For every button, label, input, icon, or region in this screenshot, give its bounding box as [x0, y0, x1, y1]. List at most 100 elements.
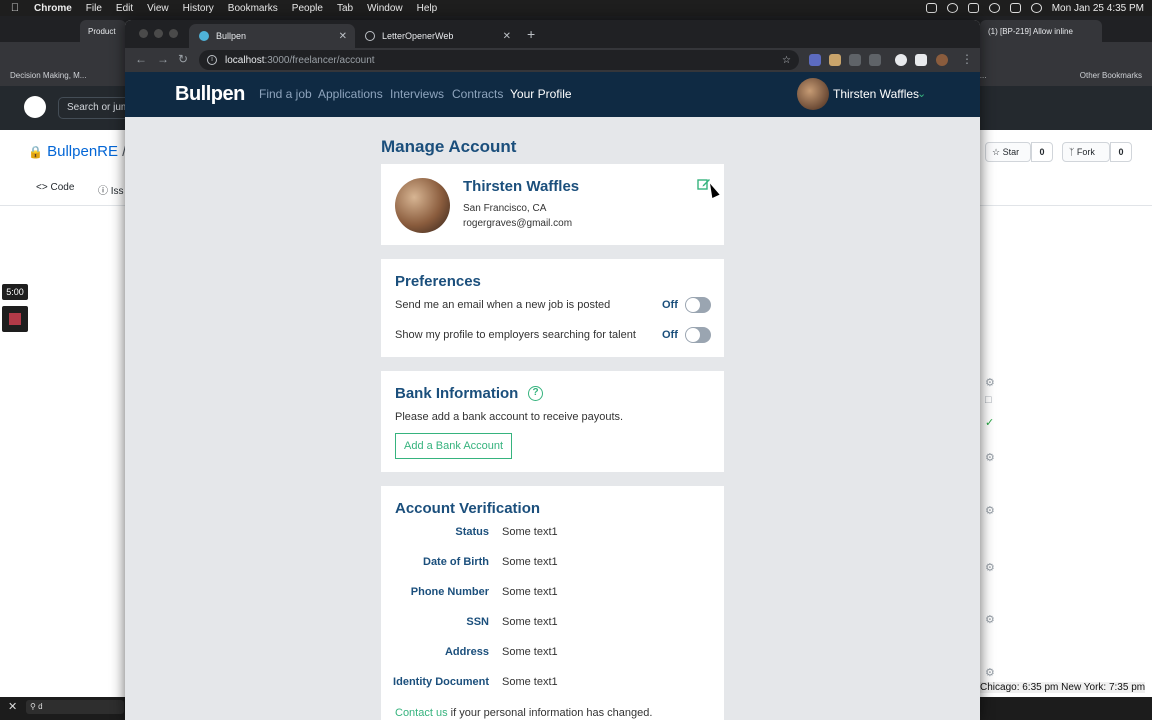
- status-icon[interactable]: [946, 3, 958, 13]
- contact-note-text: if your personal information has changed…: [447, 707, 653, 719]
- reload-icon[interactable]: ↻: [178, 52, 188, 66]
- status-icon[interactable]: [967, 3, 979, 13]
- menu-help[interactable]: Help: [417, 3, 438, 14]
- chevron-down-icon[interactable]: ⌄: [917, 87, 926, 100]
- contact-us-link[interactable]: Contact us: [395, 707, 448, 719]
- extension-icon[interactable]: [869, 54, 881, 66]
- menubar-clock[interactable]: Mon Jan 25 4:35 PM: [1052, 3, 1144, 14]
- background-tab[interactable]: Product: [80, 20, 126, 42]
- menu-tab[interactable]: Tab: [337, 3, 353, 14]
- gear-icon[interactable]: ⚙: [985, 666, 995, 679]
- verification-label: Phone Number: [410, 586, 489, 598]
- pref-email-label: Send me an email when a new job is poste…: [395, 299, 611, 311]
- fork-button[interactable]: ᛉ Fork: [1062, 142, 1110, 162]
- menu-view[interactable]: View: [147, 3, 169, 14]
- menu-bookmarks[interactable]: Bookmarks: [228, 3, 278, 14]
- bookmark-folder[interactable]: Other Bookmarks: [1080, 71, 1142, 80]
- gear-icon[interactable]: ⚙: [985, 504, 995, 517]
- pref-visibility-state: Off: [662, 329, 678, 341]
- fork-count[interactable]: 0: [1110, 142, 1132, 162]
- tab-label: LetterOpenerWeb: [382, 31, 454, 41]
- extension-icon[interactable]: [829, 54, 841, 66]
- status-icon[interactable]: [925, 3, 937, 13]
- star-count[interactable]: 0: [1031, 142, 1053, 162]
- pref-email-state: Off: [662, 299, 678, 311]
- pref-visibility-toggle[interactable]: [685, 327, 711, 343]
- repo-owner[interactable]: BullpenRE: [47, 143, 118, 160]
- preferences-title: Preferences: [395, 273, 481, 290]
- gear-icon[interactable]: ⚙: [985, 451, 995, 464]
- menu-window[interactable]: Window: [367, 3, 403, 14]
- close-tab-icon[interactable]: ✕: [503, 31, 511, 42]
- github-logo-icon[interactable]: [24, 96, 46, 118]
- tab-letteropenerweb[interactable]: LetterOpenerWeb ✕: [355, 24, 519, 48]
- new-tab-button[interactable]: +: [527, 26, 535, 42]
- tab-strip: Bullpen ✕ LetterOpenerWeb ✕ +: [125, 20, 980, 48]
- window-zoom-button[interactable]: [169, 29, 178, 38]
- add-bank-account-button[interactable]: Add a Bank Account: [395, 433, 513, 459]
- address-bar[interactable]: i localhost:3000/freelancer/account ☆: [199, 50, 799, 70]
- verification-value: Some text1: [502, 676, 558, 688]
- status-icon[interactable]: [988, 3, 1000, 13]
- menu-history[interactable]: History: [183, 3, 214, 14]
- gear-icon[interactable]: ⚙: [985, 613, 995, 626]
- pref-visibility-label: Show my profile to employers searching f…: [395, 329, 636, 341]
- bottom-search-input[interactable]: ⚲ d: [26, 700, 124, 714]
- profile-name: Thirsten Waffles: [463, 178, 580, 195]
- site-info-icon[interactable]: i: [207, 55, 217, 65]
- close-icon[interactable]: ✕: [8, 700, 17, 713]
- extension-icon[interactable]: [895, 54, 907, 66]
- bank-card: Bank Information ? Please add a bank acc…: [381, 371, 724, 472]
- tab-bullpen[interactable]: Bullpen ✕: [189, 24, 355, 48]
- bookmark-star-icon[interactable]: ☆: [782, 55, 791, 66]
- url-path: :3000/freelancer/account: [264, 54, 375, 66]
- repo-tab-issues[interactable]: ⓘ Iss: [98, 182, 124, 197]
- apple-icon[interactable]: : [8, 2, 22, 14]
- bookmark-item[interactable]: Decision Making, M...: [10, 71, 86, 80]
- close-tab-icon[interactable]: ✕: [339, 31, 347, 42]
- background-tab[interactable]: (1) [BP-219] Allow inline: [980, 20, 1102, 42]
- puzzle-icon[interactable]: [915, 54, 927, 66]
- verification-label: Status: [455, 526, 489, 538]
- contact-note: Contact us if your personal information …: [395, 707, 652, 719]
- preferences-card: Preferences Send me an email when a new …: [381, 259, 724, 357]
- macos-menubar:  Chrome File Edit View History Bookmark…: [0, 0, 1152, 16]
- user-avatar[interactable]: [797, 78, 829, 110]
- stop-recording-icon[interactable]: [2, 306, 28, 332]
- kebab-menu-icon[interactable]: ⋮: [961, 52, 973, 66]
- verification-label: Date of Birth: [423, 556, 489, 568]
- forward-icon[interactable]: →: [157, 52, 169, 66]
- spotlight-icon[interactable]: [1030, 3, 1042, 13]
- verification-value: Some text1: [502, 616, 558, 628]
- verification-value: Some text1: [502, 646, 558, 658]
- help-icon[interactable]: ?: [528, 386, 543, 401]
- nav-applications[interactable]: Applications: [318, 87, 383, 101]
- wifi-icon[interactable]: [1009, 3, 1021, 13]
- extension-icon[interactable]: [809, 54, 821, 66]
- back-icon[interactable]: ←: [135, 52, 147, 66]
- world-clocks: Chicago: 6:35 pm New York: 7:35 pm: [980, 682, 1146, 693]
- comment-icon[interactable]: □: [985, 394, 992, 406]
- nav-contracts[interactable]: Contracts: [452, 87, 503, 101]
- brand-logo[interactable]: Bullpen: [175, 83, 245, 106]
- user-name[interactable]: Thirsten Waffles: [833, 87, 919, 101]
- menu-file[interactable]: File: [86, 3, 102, 14]
- nav-find-a-job[interactable]: Find a job: [259, 87, 312, 101]
- nav-interviews[interactable]: Interviews: [390, 87, 444, 101]
- nav-your-profile[interactable]: Your Profile: [510, 87, 572, 101]
- gear-icon[interactable]: ⚙: [985, 376, 995, 389]
- window-close-button[interactable]: [139, 29, 148, 38]
- browser-toolbar: ← → ↻ i localhost:3000/freelancer/accoun…: [125, 48, 980, 72]
- repo-tab-code[interactable]: <> Code: [36, 182, 74, 193]
- star-button[interactable]: ☆ Star: [985, 142, 1031, 162]
- extension-icon[interactable]: [849, 54, 861, 66]
- menu-people[interactable]: People: [292, 3, 323, 14]
- recording-timer: 5:00: [2, 284, 28, 300]
- profile-avatar-icon[interactable]: [936, 54, 948, 66]
- window-minimize-button[interactable]: [154, 29, 163, 38]
- menu-app-name[interactable]: Chrome: [34, 3, 72, 14]
- profile-location: San Francisco, CA: [463, 203, 547, 214]
- gear-icon[interactable]: ⚙: [985, 561, 995, 574]
- menu-edit[interactable]: Edit: [116, 3, 133, 14]
- pref-email-toggle[interactable]: [685, 297, 711, 313]
